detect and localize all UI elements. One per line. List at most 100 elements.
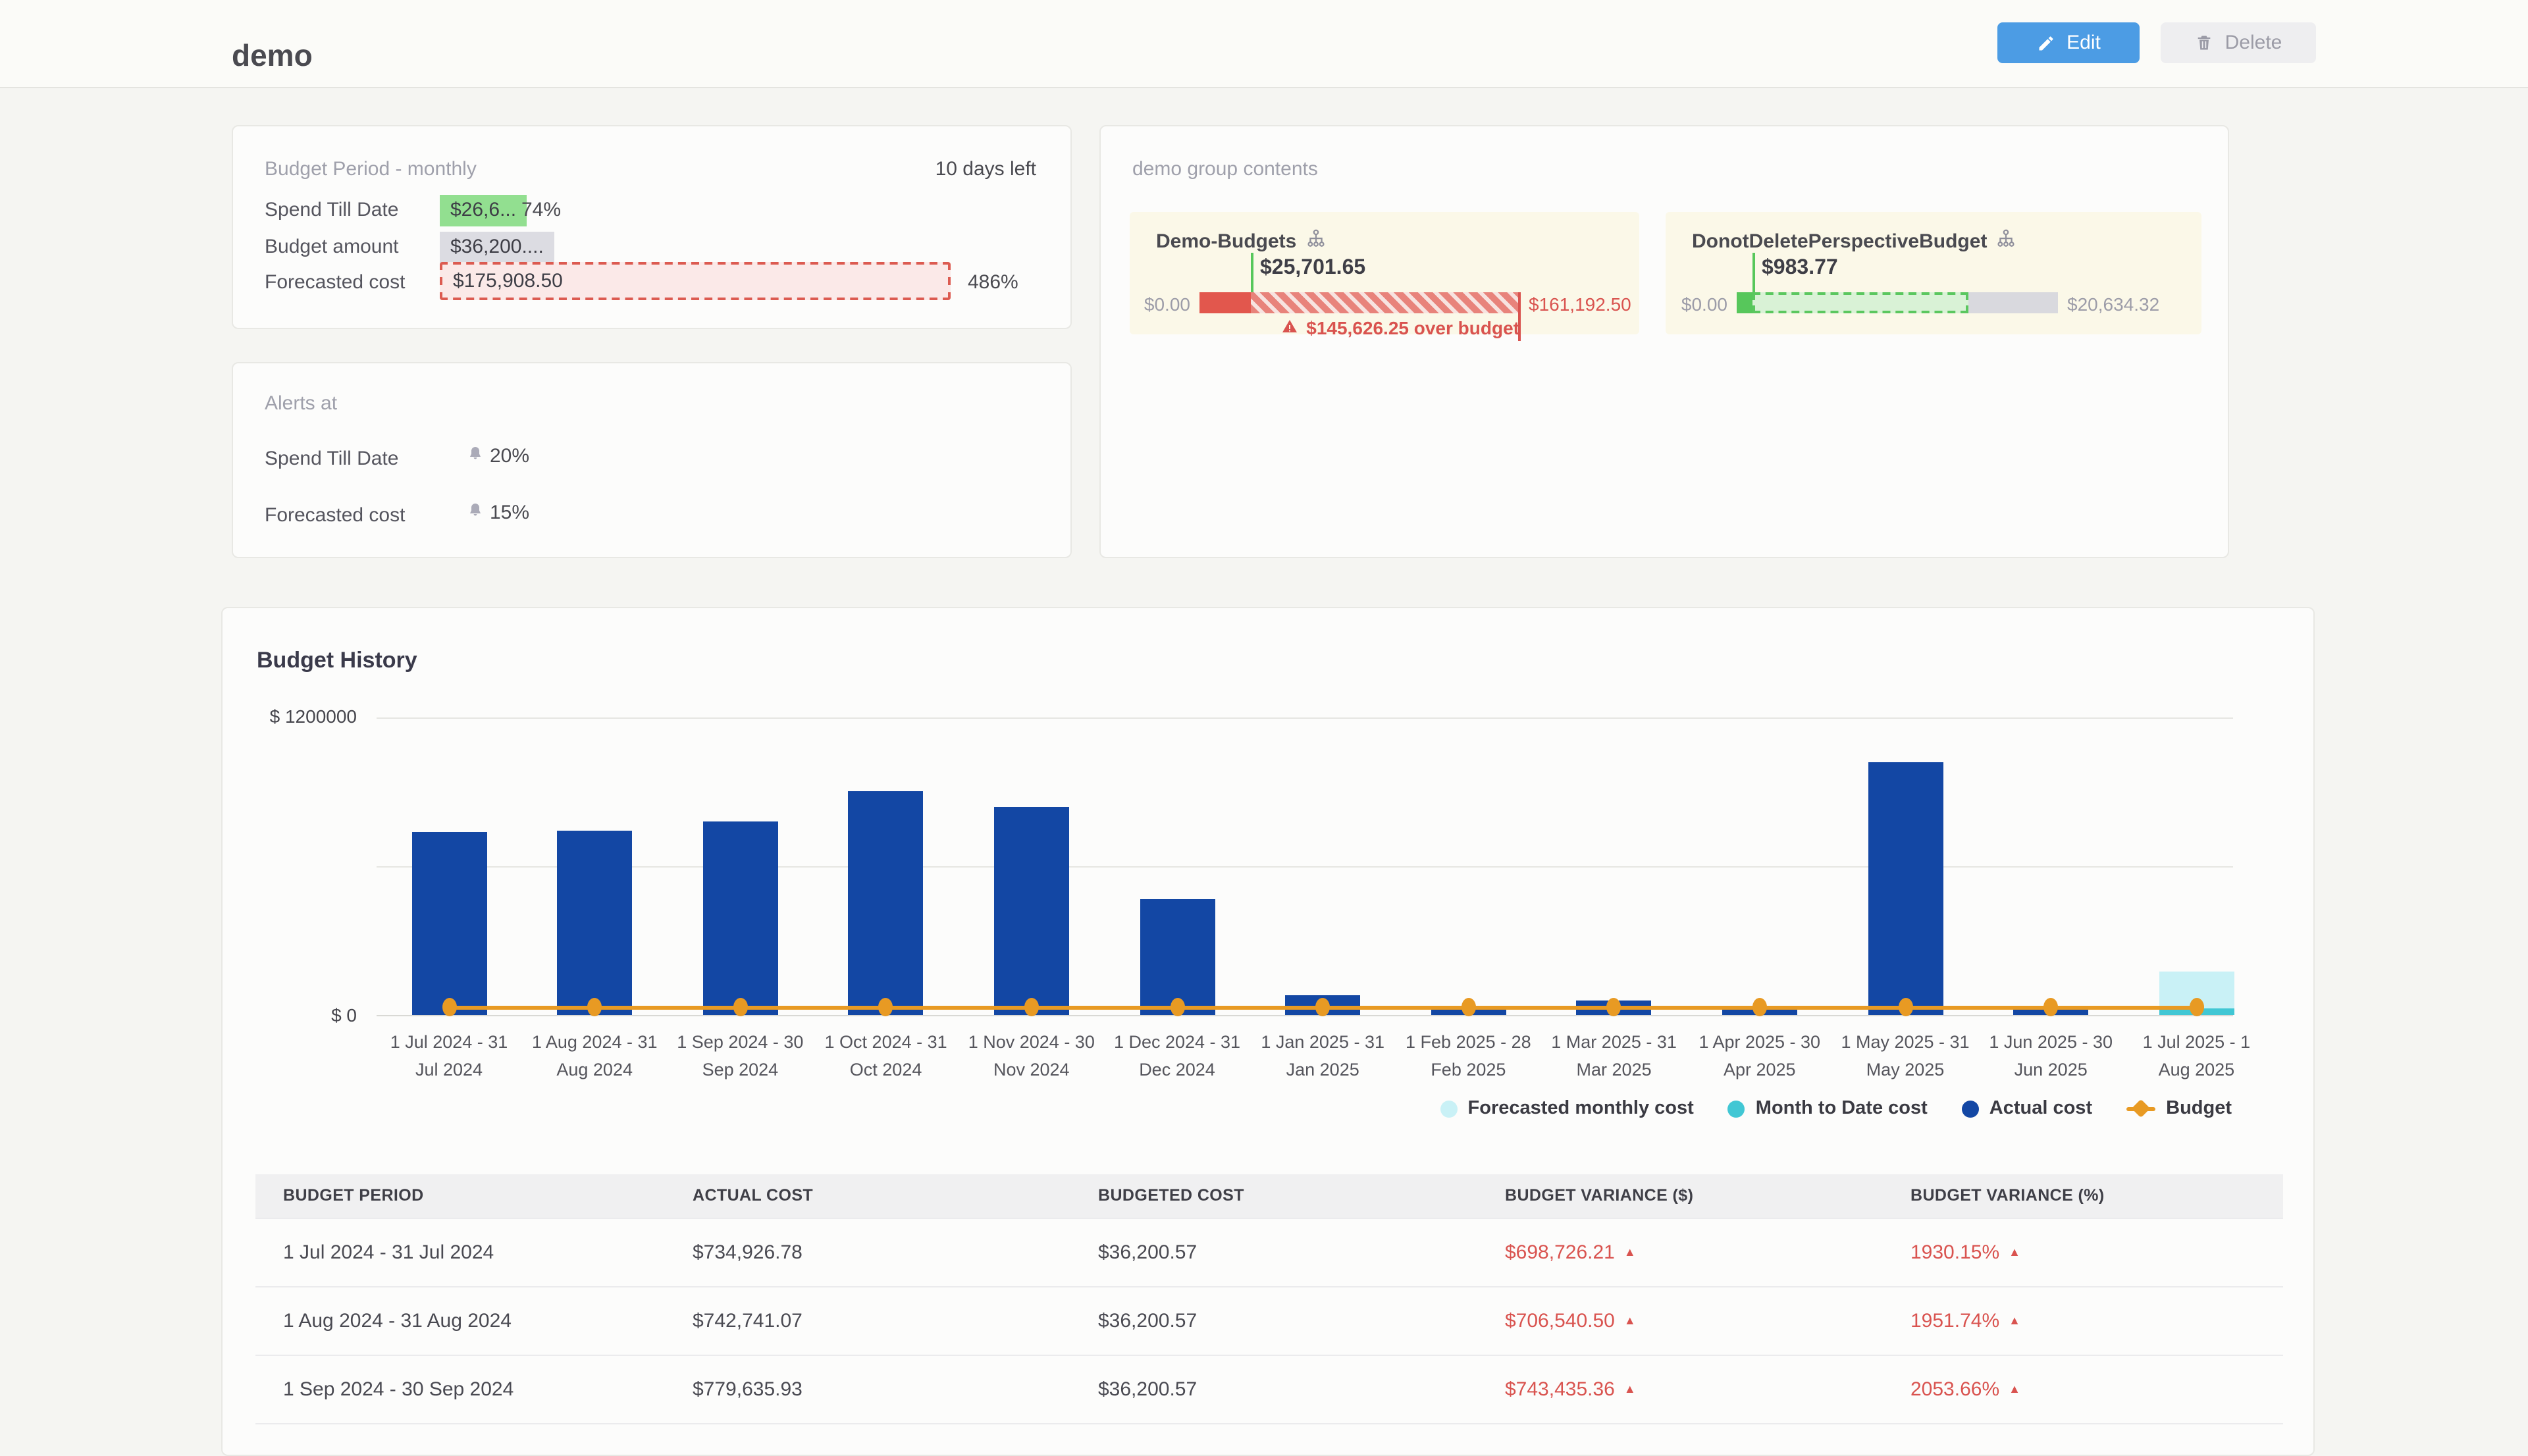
variance-up-icon: ▲: [2009, 1245, 2020, 1259]
pencil-icon: [2036, 34, 2055, 52]
forecasted-cost-box: $175,908.50: [440, 262, 951, 300]
actual-cost-bar[interactable]: [1868, 762, 1943, 1015]
cell-budgeted-cost: $36,200.57: [1098, 1287, 1197, 1355]
cell-actual-cost: $734,926.78: [693, 1219, 803, 1286]
legend-dot: [1728, 1100, 1745, 1117]
actual-cost-bar[interactable]: [411, 832, 487, 1015]
budget-history-title: Budget History: [257, 648, 417, 674]
edit-button[interactable]: Edit: [1997, 22, 2140, 63]
cell-variance-dollar: $743,435.36▲: [1505, 1356, 1636, 1423]
trash-icon: [2195, 33, 2213, 53]
legend-item-forecasted-monthly-cost[interactable]: Forecasted monthly cost: [1440, 1098, 1694, 1119]
variance-up-icon: ▲: [1624, 1314, 1636, 1327]
x-axis-label: 1 Feb 2025 - 28Feb 2025: [1386, 1029, 1550, 1085]
budget-progress-bar: [1199, 292, 1519, 313]
x-axis-label: 1 Jul 2024 - 31Jul 2024: [367, 1029, 531, 1085]
x-axis-label: 1 Aug 2024 - 31Aug 2024: [513, 1029, 676, 1085]
cell-budget-period: 1 Sep 2024 - 30 Sep 2024: [283, 1356, 514, 1423]
legend-item-month-to-date-cost[interactable]: Month to Date cost: [1728, 1098, 1928, 1119]
bar-max-label: $20,634.32: [2067, 294, 2159, 315]
delete-button[interactable]: Delete: [2161, 22, 2316, 63]
actual-cost-bar[interactable]: [849, 791, 924, 1015]
cell-budget-period: 1 Aug 2024 - 31 Aug 2024: [283, 1287, 512, 1355]
x-axis-label: 1 Oct 2024 - 31Oct 2024: [804, 1029, 968, 1085]
table-row: 1 Aug 2024 - 31 Aug 2024 $742,741.07 $36…: [255, 1286, 2283, 1355]
x-axis-line: [377, 1015, 2233, 1016]
variance-up-icon: ▲: [1624, 1382, 1636, 1395]
cell-budgeted-cost: $36,200.57: [1098, 1219, 1197, 1286]
variance-up-icon: ▲: [2009, 1314, 2020, 1327]
chart-plot-area: [377, 717, 2233, 1016]
legend-dot: [1962, 1100, 1979, 1117]
budget-amount-value-chip: $36,200....: [440, 232, 554, 263]
chart-legend: Forecasted monthly cost Month to Date cos…: [1440, 1098, 2232, 1119]
budget-amount-label: Budget amount: [265, 236, 399, 258]
variance-up-icon: ▲: [2009, 1382, 2020, 1395]
hierarchy-icon: [1996, 229, 2016, 254]
actual-cost-bar[interactable]: [994, 807, 1069, 1015]
alerts-card: Alerts at Spend Till Date 20% Forecasted…: [232, 362, 1072, 558]
alert-spend-value-wrap: 20%: [467, 445, 529, 467]
x-axis-label: 1 Jan 2025 - 31Jan 2025: [1241, 1029, 1404, 1085]
hierarchy-icon: [1305, 229, 1325, 254]
x-axis-label: 1 Sep 2024 - 30Sep 2024: [658, 1029, 822, 1085]
actual-cost-bar[interactable]: [557, 830, 632, 1015]
over-budget-segment: [1251, 292, 1519, 313]
y-axis-label: $ 1200000: [257, 706, 357, 727]
legend-item-actual-cost[interactable]: Actual cost: [1962, 1098, 2092, 1119]
legend-item-budget[interactable]: Budget: [2126, 1098, 2232, 1119]
table-row: 1 Sep 2024 - 30 Sep 2024 $779,635.93 $36…: [255, 1355, 2283, 1424]
budget-point: [733, 998, 747, 1016]
x-axis-label: 1 May 2025 - 31May 2025: [1824, 1029, 1987, 1085]
budget-tile-name-wrap: Demo-Budgets: [1156, 229, 1325, 254]
col-header-budgeted-cost: BUDGETED COST: [1098, 1174, 1244, 1218]
col-header-actual-cost: ACTUAL COST: [693, 1174, 813, 1218]
spent-segment: [1199, 292, 1251, 313]
alert-forecast-value: 15%: [490, 502, 529, 524]
group-contents-card-title: demo group contents: [1132, 158, 1318, 180]
budget-detail-page: demo Edit Delete Budget Period - monthly…: [0, 0, 2528, 1422]
cell-actual-cost: $779,635.93: [693, 1356, 803, 1423]
budget-period-card: Budget Period - monthly 10 days left Spe…: [232, 125, 1072, 329]
forecasted-cost-label: Forecasted cost: [265, 271, 405, 294]
legend-label: Forecasted monthly cost: [1468, 1098, 1694, 1119]
y-axis-label: $ 0: [257, 1004, 357, 1026]
budget-point: [1461, 998, 1475, 1016]
cell-variance-pct: 1930.15%▲: [1910, 1219, 2020, 1286]
cell-variance-dollar: $698,726.21▲: [1505, 1219, 1636, 1286]
gridline-middle: [377, 866, 2233, 868]
spend-till-date-percent: 74%: [521, 199, 561, 221]
x-axis-label: 1 Apr 2025 - 30Apr 2025: [1678, 1029, 1841, 1085]
page-title: demo: [232, 38, 313, 74]
budget-history-table: BUDGET PERIOD ACTUAL COST BUDGETED COST …: [255, 1174, 2283, 1424]
budget-history-chart: 1 Jul 2024 - 31Jul 20241 Aug 2024 - 31Au…: [257, 700, 2282, 1095]
cell-variance-pct: 2053.66%▲: [1910, 1356, 2020, 1423]
remaining-segment: [1968, 292, 2058, 313]
x-axis-label: 1 Mar 2025 - 31Mar 2025: [1533, 1029, 1696, 1085]
tile-spend-value: $25,701.65: [1260, 257, 1365, 280]
spend-till-date-label: Spend Till Date: [265, 199, 398, 221]
cell-actual-cost: $742,741.07: [693, 1287, 803, 1355]
bell-icon: [467, 502, 483, 524]
budget-tile-donotdelete[interactable]: DonotDeletePerspectiveBudget $983.77 $0.…: [1666, 212, 2201, 334]
alert-forecast-value-wrap: 15%: [467, 502, 529, 524]
x-axis-label: 1 Dec 2024 - 31Dec 2024: [1095, 1029, 1259, 1085]
budget-tile-demo-budgets[interactable]: Demo-Budgets $25,701.65 $0.00 $161,192.5…: [1130, 212, 1639, 334]
cell-budgeted-cost: $36,200.57: [1098, 1356, 1197, 1423]
budget-period-card-title: Budget Period - monthly: [265, 158, 477, 180]
over-budget-text: $145,626.25 over budget: [1306, 317, 1519, 338]
legend-label: Budget: [2166, 1098, 2232, 1119]
delete-button-label: Delete: [2225, 32, 2282, 54]
bar-min-label: $0.00: [1666, 294, 1727, 315]
budget-point: [1024, 998, 1039, 1016]
variance-up-icon: ▲: [1624, 1245, 1636, 1259]
bar-max-label: $161,192.50: [1529, 294, 1631, 315]
bar-min-label: $0.00: [1130, 294, 1190, 315]
legend-dot: [1440, 1100, 1458, 1117]
budget-tile-name: DonotDeletePerspectiveBudget: [1692, 230, 1987, 253]
gridline-top: [377, 717, 2233, 719]
legend-budget-marker-icon: [2126, 1099, 2155, 1118]
alert-spend-value: 20%: [490, 445, 529, 467]
table-header-row: BUDGET PERIOD ACTUAL COST BUDGETED COST …: [255, 1174, 2283, 1218]
actual-cost-bar[interactable]: [702, 821, 777, 1015]
